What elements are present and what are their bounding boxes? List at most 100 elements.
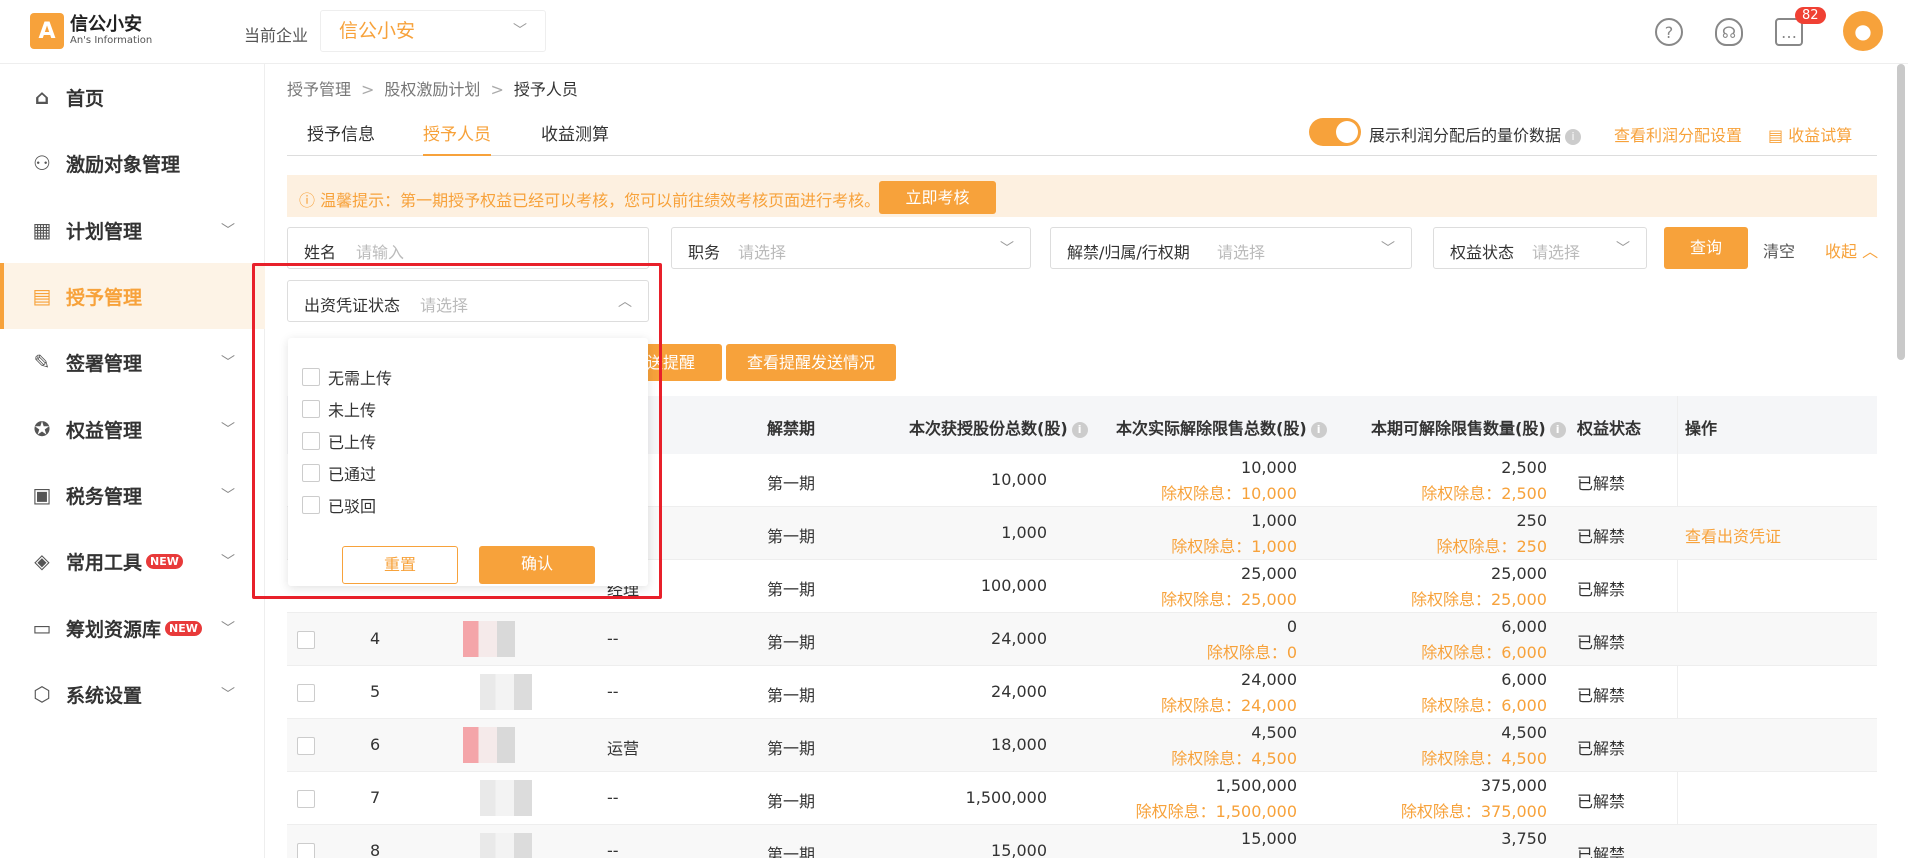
info-icon: i bbox=[1310, 421, 1327, 438]
sidebar-item-tools[interactable]: ◈ 常用工具 NEW ﹀ bbox=[0, 528, 265, 594]
filter-label: 职务 bbox=[688, 243, 721, 262]
chevron-up-icon: ︿ bbox=[1862, 242, 1879, 261]
clear-button[interactable]: 清空 bbox=[1763, 238, 1795, 262]
filter-label: 解禁/归属/行权期 bbox=[1067, 243, 1190, 262]
logo-subtitle: An's Information bbox=[70, 35, 153, 46]
period-cell: 第一期 bbox=[767, 580, 816, 599]
sidebar-item-grant[interactable]: ▤ 授予管理 bbox=[0, 263, 265, 329]
period-cell: 第一期 bbox=[767, 686, 816, 705]
sidebar-item-label: 签署管理 bbox=[66, 352, 143, 375]
toggle-label: 展示利润分配后的量价数据 i bbox=[1369, 122, 1582, 146]
available-sub-cell: 除权除息：6,000 bbox=[1421, 696, 1547, 715]
table-row: 7 -- 第一期 1,500,000 1,500,000 除权除息：1,500,… bbox=[287, 772, 1877, 825]
profit-settings-link[interactable]: 查看利润分配设置 bbox=[1614, 122, 1742, 146]
assess-now-button[interactable]: 立即考核 bbox=[879, 181, 996, 214]
rights-status-select[interactable]: 请选择 bbox=[1532, 239, 1580, 263]
blurred-name bbox=[480, 674, 532, 710]
view-voucher-link[interactable]: 查看出资凭证 bbox=[1685, 523, 1781, 547]
actual-cell: 1,500,000 bbox=[1215, 776, 1297, 795]
layers-icon: ◈ bbox=[34, 549, 50, 573]
row-checkbox[interactable] bbox=[297, 843, 315, 858]
help-icon[interactable]: ? bbox=[1655, 18, 1683, 46]
chevron-down-icon: ﹀ bbox=[221, 621, 235, 637]
sidebar-item-plan[interactable]: ▦ 计划管理 ﹀ bbox=[0, 197, 265, 263]
home-icon: ⌂ bbox=[34, 85, 50, 109]
sidebar-item-label: 权益管理 bbox=[66, 419, 143, 442]
position-select[interactable]: 请选择 bbox=[738, 239, 786, 263]
sidebar-item-settings[interactable]: ⬡ 系统设置 ﹀ bbox=[0, 661, 265, 727]
actual-sub-cell: 除权除息：1,000 bbox=[1171, 537, 1297, 556]
highlight-frame bbox=[252, 263, 662, 599]
tab-grant-info[interactable]: 授予信息 bbox=[307, 120, 375, 156]
actual-cell: 1,000 bbox=[1251, 511, 1297, 530]
sidebar-item-label: 常用工具 bbox=[66, 551, 143, 574]
actual-cell: 15,000 bbox=[1241, 829, 1297, 848]
col-total: 本次获授股份总数(股) i bbox=[909, 415, 1088, 439]
status-cell: 已解禁 bbox=[1577, 580, 1626, 599]
income-trial-link[interactable]: ▤ 收益试算 bbox=[1768, 122, 1852, 146]
period-cell: 第一期 bbox=[767, 739, 816, 758]
tab-income-calc[interactable]: 收益测算 bbox=[541, 120, 609, 156]
blurred-name bbox=[463, 621, 515, 657]
profit-data-toggle[interactable] bbox=[1309, 118, 1361, 146]
row-checkbox[interactable] bbox=[297, 790, 315, 808]
available-sub-cell: 除权除息：4,500 bbox=[1421, 749, 1547, 768]
company-select[interactable]: 信公小安 ﹀ bbox=[320, 10, 546, 52]
actual-cell: 4,500 bbox=[1251, 723, 1297, 742]
rights-status-filter[interactable]: 权益状态 请选择 ﹀ bbox=[1433, 227, 1647, 269]
blurred-name bbox=[463, 727, 515, 763]
company-value: 信公小安 bbox=[339, 20, 416, 42]
blurred-name bbox=[480, 833, 532, 858]
sidebar-item-tax[interactable]: ▣ 税务管理 ﹀ bbox=[0, 462, 265, 528]
table-row: 8 -- 第一期 15,000 15,000 3,750 已解禁 bbox=[287, 825, 1877, 858]
breadcrumb: 授予管理 > 股权激励计划 > 授予人员 bbox=[287, 80, 578, 99]
sidebar-item-incentive-objects[interactable]: ⚇ 激励对象管理 bbox=[0, 130, 265, 196]
total-cell: 1,000 bbox=[1001, 523, 1047, 542]
info-icon: i bbox=[1071, 421, 1088, 438]
avatar[interactable]: ● bbox=[1843, 11, 1883, 51]
chevron-down-icon: ﹀ bbox=[1381, 241, 1395, 257]
available-cell: 4,500 bbox=[1501, 723, 1547, 742]
scrollbar[interactable] bbox=[1897, 64, 1905, 360]
calculator-icon: ▤ bbox=[1768, 126, 1789, 145]
toolbox-icon: ▭ bbox=[32, 616, 52, 640]
row-checkbox[interactable] bbox=[297, 684, 315, 702]
available-sub-cell: 除权除息：250 bbox=[1436, 537, 1547, 556]
breadcrumb-item[interactable]: 授予管理 bbox=[287, 80, 351, 99]
info-icon: i bbox=[1549, 421, 1566, 438]
collapse-button[interactable]: 收起 ︿ bbox=[1825, 238, 1878, 262]
period-select[interactable]: 请选择 bbox=[1217, 239, 1265, 263]
available-sub-cell: 除权除息：2,500 bbox=[1421, 484, 1547, 503]
index-cell: 7 bbox=[370, 788, 381, 807]
name-input[interactable]: 请输入 bbox=[356, 239, 404, 263]
tab-grant-persons[interactable]: 授予人员 bbox=[423, 120, 491, 156]
sidebar-item-signing[interactable]: ✎ 签署管理 ﹀ bbox=[0, 329, 265, 395]
new-tag: NEW bbox=[146, 553, 183, 569]
position-filter[interactable]: 职务 请选择 ﹀ bbox=[671, 227, 1031, 269]
sidebar-item-home[interactable]: ⌂ 首页 bbox=[0, 64, 265, 130]
status-cell: 已解禁 bbox=[1577, 474, 1626, 493]
breadcrumb-item[interactable]: 股权激励计划 bbox=[384, 80, 480, 99]
row-checkbox[interactable] bbox=[297, 737, 315, 755]
total-cell: 15,000 bbox=[991, 841, 1047, 858]
position-cell: -- bbox=[607, 841, 619, 858]
tax-icon: ▣ bbox=[32, 483, 52, 507]
status-cell: 已解禁 bbox=[1577, 686, 1626, 705]
grid-icon: ▦ bbox=[32, 218, 52, 242]
actual-cell: 24,000 bbox=[1241, 670, 1297, 689]
sidebar-item-rights[interactable]: ✪ 权益管理 ﹀ bbox=[0, 396, 265, 462]
customer-service-icon[interactable]: ☊ bbox=[1715, 18, 1743, 46]
logo[interactable]: A 信公小安 An's Information bbox=[30, 13, 152, 49]
table-row: 4 -- 第一期 24,000 0 除权除息：0 6,000 除权除息：6,00… bbox=[287, 613, 1877, 666]
query-button[interactable]: 查询 bbox=[1664, 227, 1748, 269]
available-cell: 250 bbox=[1516, 511, 1547, 530]
period-filter[interactable]: 解禁/归属/行权期 请选择 ﹀ bbox=[1050, 227, 1412, 269]
settings-icon: ⬡ bbox=[33, 682, 51, 706]
position-cell: 运营 bbox=[607, 739, 640, 758]
sidebar-item-resources[interactable]: ▭ 筹划资源库 NEW ﹀ bbox=[0, 595, 265, 661]
view-remind-status-button[interactable]: 查看提醒发送情况 bbox=[726, 344, 896, 381]
sidebar-item-label: 激励对象管理 bbox=[66, 153, 181, 176]
row-checkbox[interactable] bbox=[297, 631, 315, 649]
available-cell: 6,000 bbox=[1501, 617, 1547, 636]
col-available: 本期可解除限售数量(股) i bbox=[1371, 415, 1566, 439]
